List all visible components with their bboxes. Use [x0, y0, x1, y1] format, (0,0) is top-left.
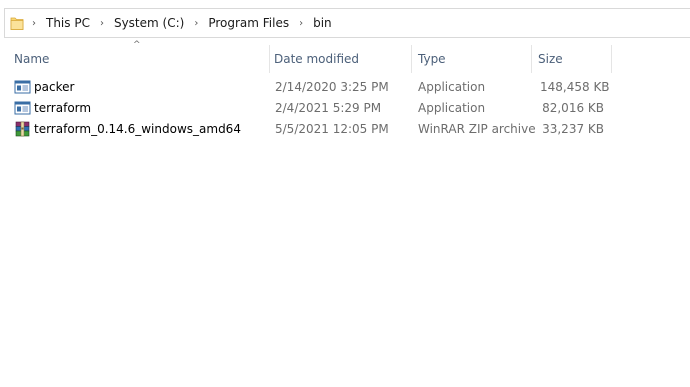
file-name[interactable]: packer [34, 77, 74, 98]
chevron-right-icon[interactable]: › [294, 18, 308, 29]
file-size: 82,016 KB [542, 101, 604, 115]
column-header-type[interactable]: Type [418, 45, 446, 73]
column-divider[interactable] [411, 45, 412, 73]
column-divider[interactable] [269, 45, 270, 73]
file-size: 33,237 KB [542, 122, 604, 136]
application-icon [14, 100, 31, 117]
file-type: Application [418, 101, 486, 115]
breadcrumb-this-pc[interactable]: This PC [44, 14, 92, 32]
column-divider[interactable] [611, 45, 612, 73]
breadcrumb-program-files[interactable]: Program Files [206, 14, 291, 32]
file-row[interactable]: terraform_0.14.6_windows_amd64 5/5/2021 … [0, 119, 690, 140]
column-divider[interactable] [531, 45, 532, 73]
column-header-date-modified[interactable]: Date modified [274, 45, 359, 73]
file-row[interactable]: terraform 2/4/2021 5:29 PM Application 8… [0, 98, 690, 119]
winrar-archive-icon [14, 121, 31, 138]
chevron-right-icon[interactable]: › [189, 18, 203, 29]
folder-icon [10, 15, 24, 31]
file-name[interactable]: terraform [34, 98, 91, 119]
breadcrumb-system-c[interactable]: System (C:) [112, 14, 186, 32]
file-row[interactable]: packer 2/14/2020 3:25 PM Application 148… [0, 77, 690, 98]
file-date-modified: 2/4/2021 5:29 PM [275, 101, 382, 115]
chevron-right-icon[interactable]: › [27, 18, 41, 29]
file-type: WinRAR ZIP archive [418, 122, 536, 136]
column-header-size[interactable]: Size [538, 45, 563, 73]
file-type: Application [418, 80, 486, 94]
column-header-row: Name Date modified Type Size [0, 45, 690, 73]
file-name[interactable]: terraform_0.14.6_windows_amd64 [34, 119, 241, 140]
file-list-empty-area[interactable] [0, 142, 690, 387]
chevron-right-icon[interactable]: › [95, 18, 109, 29]
file-date-modified: 5/5/2021 12:05 PM [275, 122, 389, 136]
file-size: 148,458 KB [540, 80, 610, 94]
address-bar[interactable]: › This PC › System (C:) › Program Files … [4, 8, 690, 38]
file-date-modified: 2/14/2020 3:25 PM [275, 80, 389, 94]
column-header-name[interactable]: Name [14, 45, 49, 73]
breadcrumb-bin[interactable]: bin [311, 14, 334, 32]
application-icon [14, 79, 31, 96]
